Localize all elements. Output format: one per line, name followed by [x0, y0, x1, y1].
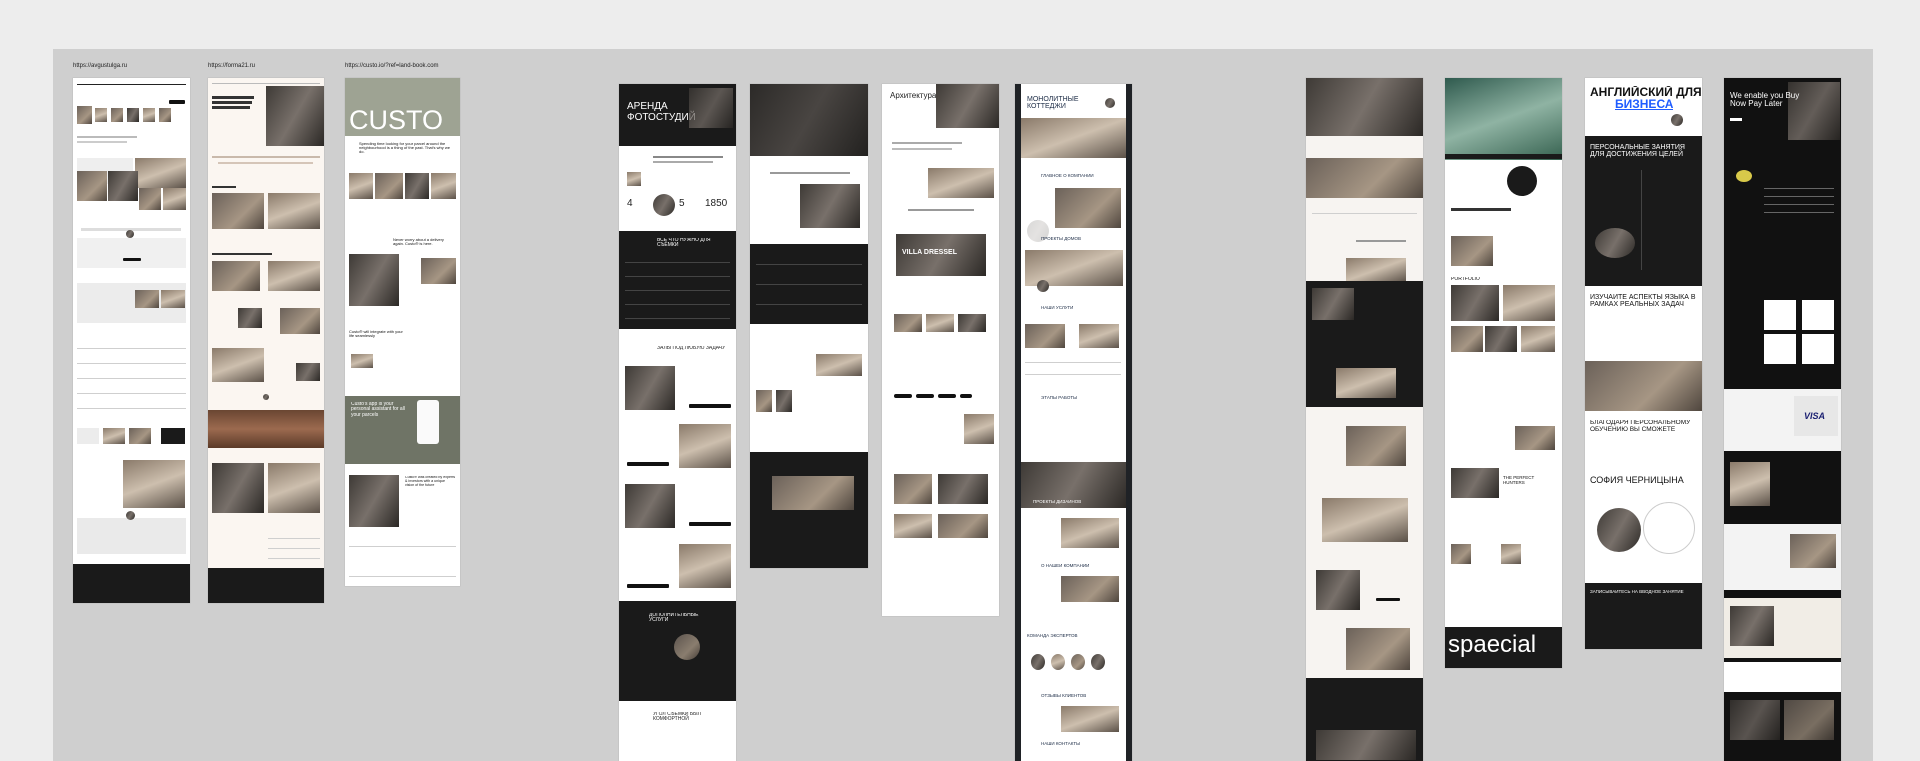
custo-app-text: Custo's app is your personal assistant f… [351, 402, 405, 418]
section-heading: УГОЛ СЪЁМКИ БЫЛ КОМФОРТНОЙ [653, 712, 701, 723]
english-section: БЛАГОДАРЯ ПЕРСОНАЛЬНОМУ ОБУЧЕНИЮ ВЫ СМОЖ… [1590, 420, 1691, 433]
frame-custo[interactable]: CUSTO Spending time looking for your par… [345, 78, 460, 586]
frame-avgustulga[interactable] [73, 78, 190, 603]
custo-intro-text: Spending time looking for your parcel ar… [359, 142, 450, 155]
photostudio-title: АРЕНДА ФОТОСТУДИЙ [627, 102, 696, 123]
custo-logo: CUSTO [349, 106, 444, 135]
frame-forma21[interactable] [208, 78, 324, 603]
frame-english[interactable]: АНГЛИЙСКИЙ ДЛЯ БИЗНЕСА ПЕРСОНАЛЬНЫЕ ЗАНЯ… [1585, 78, 1702, 649]
project-banner: VILLA DRESSEL [902, 249, 957, 256]
section-heading: О НАШЕЙ КОМПАНИИ [1041, 564, 1090, 568]
teacher-name: СОФИЯ ЧЕРНИЦЫНА [1590, 476, 1684, 485]
hunters-label: THE PERFECT HUNTERS [1503, 476, 1535, 485]
portfolio-label: PORTFOLIO [1451, 277, 1480, 282]
design-board: https://avgustulga.ru https://forma21.ru… [53, 49, 1873, 761]
section-heading: НАШИ КОНТАКТЫ [1041, 742, 1081, 746]
section-heading: ЭТАПЫ РАБОТЫ [1041, 396, 1078, 400]
stat-value: 1850 [705, 199, 728, 209]
architecture-title: Архитектура [890, 92, 937, 100]
bnpl-title: We enable you Buy Now Pay Later [1730, 92, 1800, 109]
custo-never-worry: Never worry about a delivery again. Cust… [393, 238, 444, 247]
section-heading: ПРОЕКТЫ ДОМОВ [1041, 237, 1082, 241]
cottages-title: МОНОЛИТНЫЕ КОТТЕДЖИ [1027, 96, 1079, 111]
section-heading: ПРОЕКТЫ ДИЗАЙНОВ [1033, 500, 1082, 504]
stat-value: 4 [627, 199, 633, 209]
frame-url-label: https://forma21.ru [208, 63, 256, 69]
stat-value: 5 [679, 199, 685, 209]
english-dark-heading: ПЕРСОНАЛЬНЫЕ ЗАНЯТИЯ ДЛЯ ДОСТИЖЕНИЯ ЦЕЛЕ… [1590, 144, 1685, 159]
frame-real-estate[interactable] [1306, 78, 1423, 761]
frame-url-label: https://custo.io/?ref=land-book.com [345, 63, 439, 69]
section-heading: ГЛАВНОЕ О КОМПАНИИ [1041, 174, 1094, 178]
section-heading: ДОПОЛНИТЕЛЬНЫЕ УСЛУГИ [649, 613, 699, 624]
custo-integrate: Custo® will integrate with your life sea… [349, 330, 403, 339]
english-title: АНГЛИЙСКИЙ ДЛЯ [1590, 86, 1702, 99]
section-heading: ЗАЛЫ ПОД ЛЮБУЮ ЗАДАЧУ [657, 346, 726, 351]
frame-architecture[interactable]: Архитектура VILLA DRESSEL [882, 84, 999, 616]
section-heading: НАШИ УСЛУГИ [1041, 306, 1074, 310]
english-title-accent: БИЗНЕСА [1615, 98, 1674, 111]
section-heading: ОТЗЫВЫ КЛИЕНТОВ [1041, 694, 1087, 698]
section-heading: ВСЁ ЧТО НУЖНО ДЛЯ СЪЁМКИ [657, 238, 711, 249]
spaecial-logo: spaecial [1448, 632, 1537, 658]
frame-cottages[interactable]: МОНОЛИТНЫЕ КОТТЕДЖИ ГЛАВНОЕ О КОМПАНИИ П… [1015, 84, 1132, 761]
frame-architecture-dark[interactable] [750, 84, 868, 568]
frame-url-label: https://avgustulga.ru [73, 63, 128, 69]
frame-photostudio[interactable]: АРЕНДА ФОТОСТУДИЙ 4 5 1850 ВСЁ ЧТО НУЖНО… [619, 84, 736, 761]
english-cta[interactable]: ЗАПИСЫВАЙТЕСЬ НА ВВОДНОЕ ЗАНЯТИЕ [1590, 590, 1700, 595]
frame-spaecial[interactable]: PORTFOLIO THE PERFECT HUNTERS spaecial [1445, 78, 1562, 668]
english-section: ИЗУЧАЙТЕ АСПЕКТЫ ЯЗЫКА В РАМКАХ РЕАЛЬНЫХ… [1590, 294, 1696, 309]
visa-logo: VISA [1804, 412, 1826, 421]
frame-bnpl[interactable]: We enable you Buy Now Pay Later VISA [1724, 78, 1841, 761]
custo-vision-text: Custo® was created by experts & investor… [405, 476, 455, 487]
section-heading: КОМАНДА ЭКСПЕРТОВ [1027, 634, 1078, 638]
